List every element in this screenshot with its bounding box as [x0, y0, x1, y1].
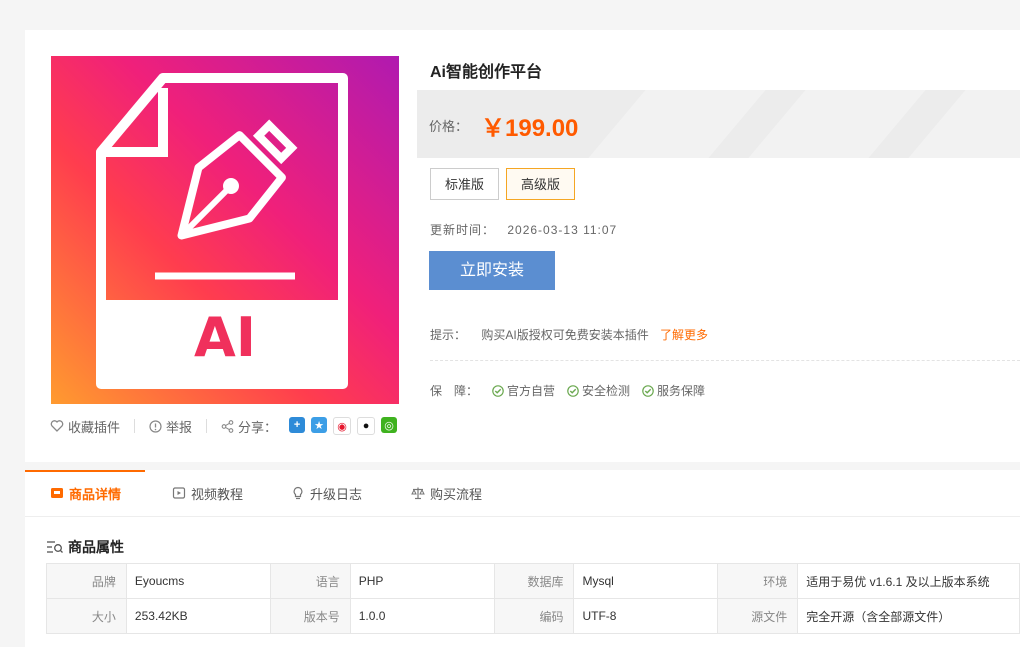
share-more-icon[interactable]: + — [289, 417, 306, 433]
price-decor — [908, 90, 1020, 158]
product-title: Ai智能创作平台 — [430, 64, 543, 81]
update-label: 更新时间： — [430, 223, 496, 237]
tab-label: 商品详情 — [69, 486, 122, 502]
tip-label: 提示： — [430, 328, 467, 342]
tip-row: 提示： 购买AI版授权可免费安装本插件 了解更多 — [430, 326, 708, 343]
favorite-label: 收藏插件 — [68, 419, 121, 435]
divider — [430, 360, 1020, 361]
product-image: AI — [51, 56, 399, 404]
attr-key: 版本号 — [269, 598, 351, 634]
attr-key: 语言 — [269, 563, 351, 599]
tab-changelog[interactable]: 升级日志 — [291, 470, 362, 516]
tab-video-tutorial[interactable]: 视频教程 — [172, 470, 243, 516]
tip-text: 购买AI版授权可免费安装本插件 — [481, 328, 649, 342]
attr-value: 完全开源（含全部源文件） — [797, 598, 1020, 634]
attributes-title: 商品属性 — [46, 537, 124, 557]
price-decor — [588, 90, 766, 158]
share-qq-icon[interactable]: ● — [357, 417, 376, 435]
version-advanced-button[interactable]: 高级版 — [506, 168, 576, 200]
bulb-icon — [293, 486, 303, 500]
share-qzone-icon[interactable]: ★ — [311, 417, 328, 433]
update-time: 2026-03-13 11:07 — [507, 223, 618, 237]
tab-label: 视频教程 — [191, 486, 244, 502]
attr-key: 大小 — [46, 598, 127, 634]
favorite-button[interactable]: 收藏插件 — [50, 417, 120, 436]
divider — [134, 419, 136, 433]
attr-value: Eyoucms — [125, 563, 271, 599]
attr-key: 环境 — [717, 563, 799, 599]
store-icon — [51, 488, 63, 498]
attr-key: 源文件 — [717, 598, 799, 634]
report-label: 举报 — [166, 419, 193, 435]
table-row: 品牌 Eyoucms 语言 PHP 数据库 Mysql 环境 适用于易优 v1.… — [46, 563, 1020, 599]
learn-more-link[interactable]: 了解更多 — [660, 328, 708, 342]
guarantee-row: 保 障： 官方自营 安全检测 服务保障 — [430, 382, 717, 399]
list-search-icon — [47, 541, 63, 553]
attr-key: 编码 — [493, 598, 575, 634]
report-button[interactable]: 举报 — [149, 417, 192, 436]
guarantee-item: 安全检测 — [567, 382, 630, 399]
divider — [206, 419, 208, 433]
video-icon — [172, 487, 186, 499]
attr-key: 品牌 — [46, 563, 127, 599]
price-label: 价格： — [429, 119, 469, 134]
attr-value: 适用于易优 v1.6.1 及以上版本系统 — [797, 563, 1020, 599]
check-icon — [567, 384, 579, 397]
install-button[interactable]: 立即安装 — [429, 251, 555, 290]
tab-product-detail[interactable]: 商品详情 — [50, 470, 121, 516]
price-value: ￥199.00 — [481, 115, 579, 142]
tab-label: 购买流程 — [430, 486, 483, 502]
guarantee-text: 服务保障 — [657, 384, 706, 398]
share-icons: + ★ ◉ ● ◎ — [289, 417, 398, 435]
attr-value: PHP — [349, 563, 495, 599]
update-time-row: 更新时间： 2026-03-13 11:07 — [430, 221, 617, 238]
check-icon — [492, 384, 504, 397]
guarantee-text: 安全检测 — [582, 384, 631, 398]
share-icon — [221, 419, 234, 433]
tab-purchase-process[interactable]: 购买流程 — [411, 470, 482, 516]
scale-icon — [411, 487, 425, 500]
attr-value: 1.0.0 — [349, 598, 495, 634]
price-decor — [748, 90, 926, 158]
attributes-table: 品牌 Eyoucms 语言 PHP 数据库 Mysql 环境 适用于易优 v1.… — [46, 563, 1020, 634]
guarantee-label: 保 障： — [430, 384, 479, 398]
table-row: 大小 253.42KB 版本号 1.0.0 编码 UTF-8 源文件 完全开源（… — [46, 598, 1020, 634]
attributes-title-text: 商品属性 — [68, 539, 124, 555]
alert-icon — [149, 419, 162, 433]
heart-icon — [50, 420, 64, 432]
check-icon — [642, 384, 654, 397]
guarantee-item: 服务保障 — [642, 382, 705, 399]
version-standard-button[interactable]: 标准版 — [430, 168, 500, 200]
detail-tabs: 商品详情 视频教程 升级日志 购买流程 — [25, 470, 1020, 517]
attr-value: Mysql — [573, 563, 719, 599]
product-actions: 收藏插件 举报 分享： + ★ ◉ ● ◎ — [50, 414, 398, 438]
share-weibo-icon[interactable]: ◉ — [333, 417, 352, 435]
share-label: 分享： — [238, 419, 278, 435]
share-wechat-icon[interactable]: ◎ — [381, 417, 398, 433]
price-box: 价格： ￥199.00 — [417, 90, 1020, 158]
guarantee-item: 官方自营 — [492, 382, 555, 399]
tab-label: 升级日志 — [310, 486, 363, 502]
share-section: 分享： — [221, 417, 277, 436]
attr-value: UTF-8 — [573, 598, 719, 634]
attr-key: 数据库 — [493, 563, 575, 599]
product-image-label: AI — [194, 306, 256, 369]
attr-value: 253.42KB — [125, 598, 271, 634]
guarantee-text: 官方自营 — [507, 384, 556, 398]
